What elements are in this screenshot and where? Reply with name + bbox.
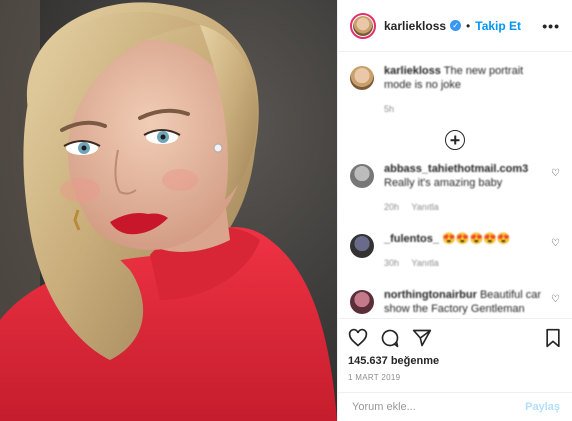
- comment-item: northingtonairbur Beautiful car show the…: [338, 288, 572, 317]
- comment-item: _fulentos_ 😍😍😍😍😍 30h Yanıtla ♡: [338, 232, 572, 270]
- post-photo[interactable]: [0, 0, 337, 421]
- likes-label: beğenme: [390, 355, 440, 367]
- comment-input[interactable]: [350, 400, 526, 414]
- reply-button[interactable]: Yanıtla: [411, 202, 438, 212]
- save-bookmark-icon[interactable]: [544, 328, 562, 348]
- commenter-avatar[interactable]: [350, 290, 374, 314]
- comment-username[interactable]: northingtonairbur: [384, 289, 477, 301]
- post-comment-button[interactable]: Paylaş: [525, 401, 560, 413]
- comment-text: 😍😍😍😍😍: [442, 233, 511, 245]
- comment-text: Really it's amazing baby: [384, 177, 503, 189]
- likes-count[interactable]: 145.637 beğenme: [348, 355, 562, 367]
- post-actions: 145.637 beğenme 1 MART 2019: [338, 318, 572, 382]
- like-comment-icon[interactable]: ♡: [551, 168, 560, 179]
- post-date: 1 MART 2019: [348, 373, 401, 382]
- share-send-icon[interactable]: [412, 328, 432, 348]
- commenter-avatar[interactable]: [350, 234, 374, 258]
- caption-avatar[interactable]: [350, 66, 374, 90]
- like-heart-icon[interactable]: [348, 328, 368, 348]
- comment-username[interactable]: abbass_tahiethotmail.com3: [384, 163, 528, 175]
- comment-username[interactable]: _fulentos_: [384, 233, 439, 245]
- comment-time: 30h: [384, 258, 400, 268]
- comment-bubble-icon[interactable]: [380, 328, 400, 348]
- caption-time: 5h: [384, 104, 395, 114]
- portrait-image: [0, 0, 337, 421]
- reply-button[interactable]: Yanıtla: [411, 258, 438, 268]
- commenter-avatar[interactable]: [350, 164, 374, 188]
- like-comment-icon[interactable]: ♡: [551, 294, 560, 305]
- post-header: karliekloss ✓ • Takip Et •••: [338, 0, 572, 52]
- caption-username[interactable]: karliekloss: [384, 65, 441, 77]
- instagram-post: karliekloss ✓ • Takip Et ••• karliekloss…: [0, 0, 572, 421]
- verified-badge-icon: ✓: [450, 20, 462, 31]
- comment-item: abbass_tahiethotmail.com3 Really it's am…: [338, 162, 572, 214]
- comments-list[interactable]: karliekloss The new portrait mode is no …: [338, 52, 572, 317]
- like-comment-icon[interactable]: ♡: [551, 238, 560, 249]
- more-options-icon[interactable]: •••: [542, 18, 560, 34]
- post-sidebar: karliekloss ✓ • Takip Et ••• karliekloss…: [337, 0, 572, 421]
- comment-time: 20h: [384, 202, 400, 212]
- header-separator: •: [466, 18, 471, 33]
- caption: karliekloss The new portrait mode is no …: [338, 64, 572, 116]
- likes-number: 145.637: [348, 355, 388, 367]
- follow-button[interactable]: Takip Et: [475, 19, 521, 33]
- author-username[interactable]: karliekloss: [384, 19, 446, 33]
- load-more-comments-icon[interactable]: [445, 130, 465, 150]
- author-avatar[interactable]: [350, 12, 376, 39]
- add-comment-bar: Paylaş: [338, 392, 572, 421]
